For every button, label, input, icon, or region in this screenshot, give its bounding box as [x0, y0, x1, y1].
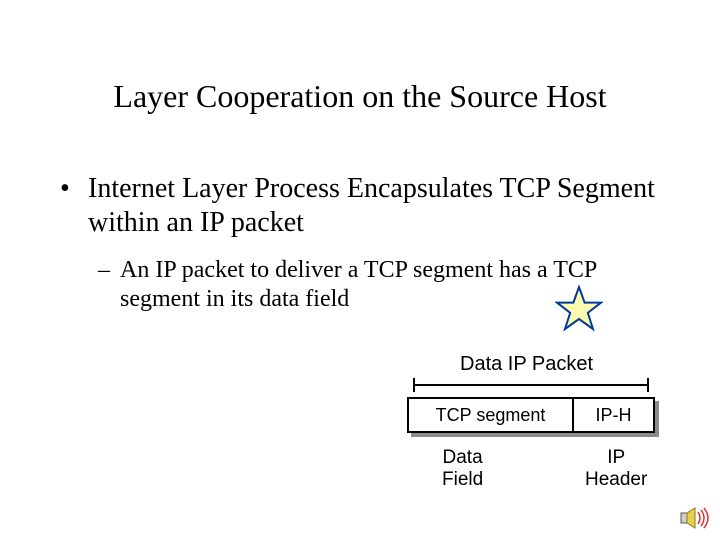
- packet-row: TCP segment IP-H: [407, 397, 655, 433]
- slide-title: Layer Cooperation on the Source Host: [0, 78, 720, 115]
- slide: Layer Cooperation on the Source Host • I…: [0, 0, 720, 540]
- packet-diagram: TCP segment IP-H: [407, 397, 655, 433]
- data-field-label-l2: Field: [442, 469, 483, 490]
- diagram-title: Data IP Packet: [460, 353, 593, 376]
- ip-header-label-l1: IP: [607, 447, 625, 468]
- data-field-label-l1: Data: [443, 447, 483, 468]
- bullet-level-1: • Internet Layer Process Encapsulates TC…: [60, 172, 670, 240]
- star-icon: [555, 285, 603, 333]
- bullet-dash: –: [98, 256, 110, 285]
- data-field-label: Data Field: [442, 447, 483, 491]
- extent-bracket: [407, 378, 655, 392]
- ip-header-label-l2: Header: [585, 469, 647, 490]
- ip-header-label: IP Header: [585, 447, 647, 491]
- tcp-segment-box: TCP segment: [407, 397, 572, 433]
- bullet-1-text: Internet Layer Process Encapsulates TCP …: [88, 172, 670, 240]
- sound-icon[interactable]: [680, 506, 710, 530]
- ip-header-box: IP-H: [572, 397, 655, 433]
- bullet-dot: •: [60, 172, 70, 206]
